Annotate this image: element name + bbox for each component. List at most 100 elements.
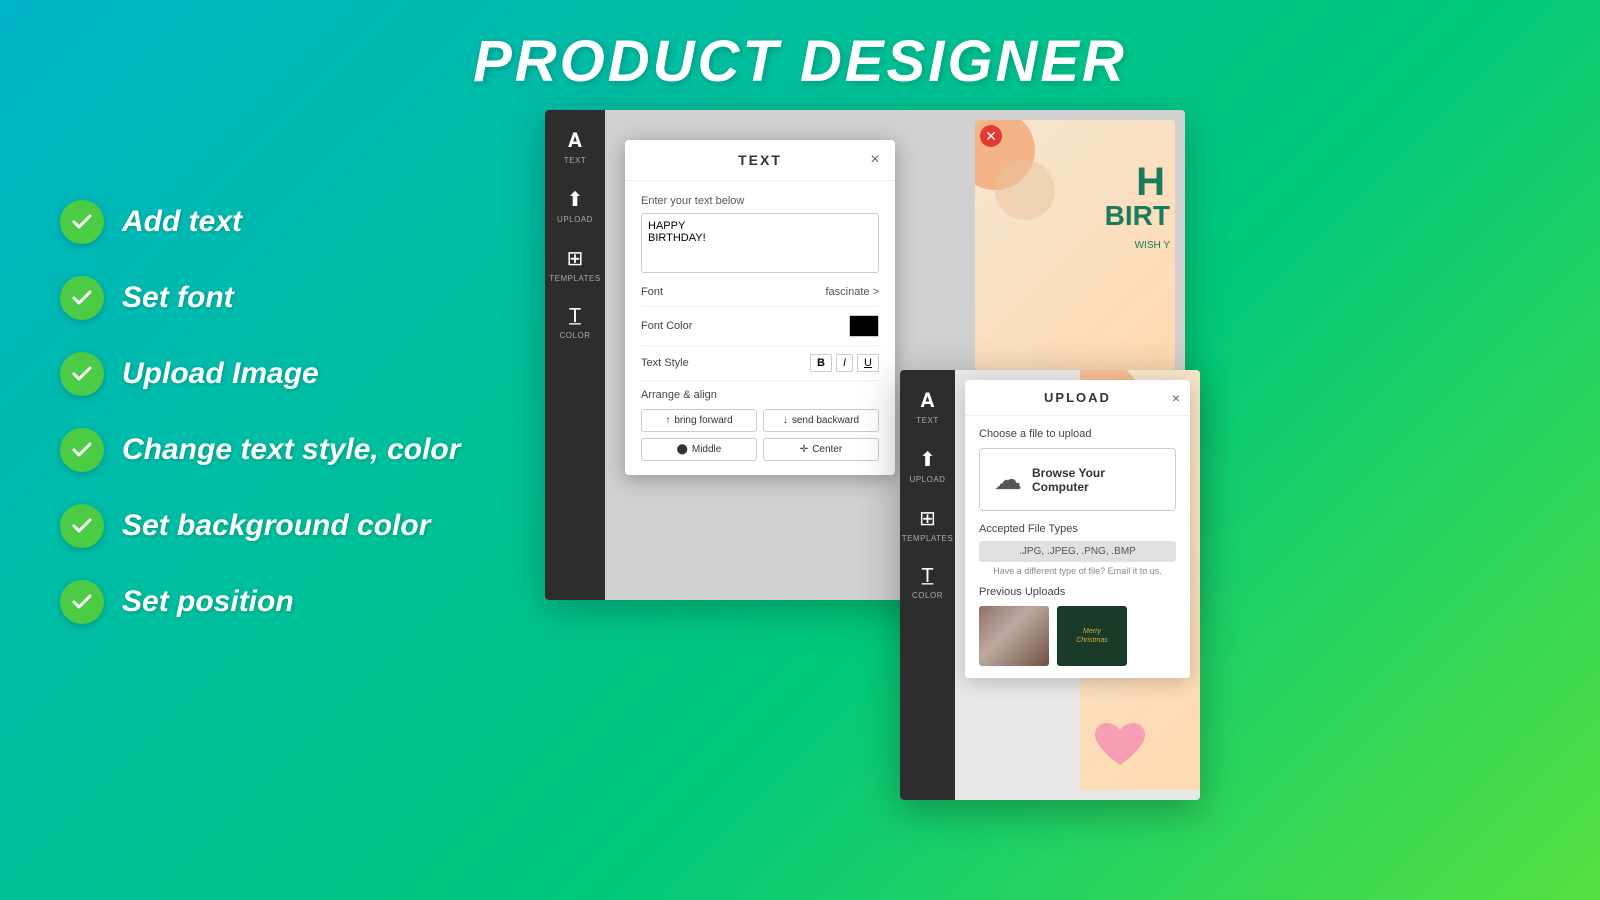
font-color-swatch[interactable] — [849, 315, 879, 337]
feature-item-set-position: Set position — [60, 580, 460, 624]
center-icon: ✛ — [800, 444, 808, 455]
prev-uploads-grid: MerryChristmas — [979, 606, 1176, 666]
feature-item-add-text: Add text — [60, 200, 460, 244]
feature-label-change-style: Change text style, color — [122, 433, 460, 467]
send-backward-label: send backward — [792, 415, 859, 426]
card-wish-text: WISH Y — [1135, 240, 1170, 251]
upload-icon: ⬆ — [567, 187, 584, 212]
check-icon-bg-color — [60, 504, 104, 548]
sidebar: 𝐀 TEXT ⬆ UPLOAD ⊞ TEMPLATES T̲ COLOR — [545, 110, 605, 600]
feature-item-set-font: Set font — [60, 276, 460, 320]
font-row: Font fascinate > — [641, 278, 879, 307]
font-color-row: Font Color — [641, 307, 879, 346]
bring-forward-button[interactable]: ↑ bring forward — [641, 409, 757, 432]
feature-label-add-text: Add text — [122, 205, 242, 239]
center-label: Center — [812, 444, 842, 455]
upload-canvas: B UPLOAD × Choose a file to upload ☁ Bro… — [955, 370, 1200, 800]
upload-color-icon: T̲ — [921, 565, 933, 588]
upload-templates-icon: ⊞ — [919, 506, 936, 531]
sidebar-label-color: COLOR — [560, 331, 591, 340]
arrange-section: Arrange & align ↑ bring forward ↓ send b… — [641, 381, 879, 461]
font-color-label: Font Color — [641, 320, 692, 332]
arrange-grid: ↑ bring forward ↓ send backward ⬤ Middle — [641, 409, 879, 461]
sidebar-item-color[interactable]: T̲ COLOR — [545, 295, 605, 350]
sidebar-item-upload[interactable]: ⬆ UPLOAD — [545, 177, 605, 234]
sidebar-label-text: TEXT — [564, 156, 586, 165]
feature-label-upload-image: Upload Image — [122, 357, 319, 391]
delete-button[interactable]: ✕ — [980, 125, 1002, 147]
text-style-buttons: B I U — [810, 354, 879, 372]
choose-file-label: Choose a file to upload — [979, 428, 1176, 440]
upload-sidebar: 𝐀 TEXT ⬆ UPLOAD ⊞ TEMPLATES T̲ COLOR — [900, 370, 955, 800]
upload-modal: UPLOAD × Choose a file to upload ☁ Brows… — [965, 380, 1190, 678]
sidebar-item-templates[interactable]: ⊞ TEMPLATES — [545, 236, 605, 293]
text-modal: TEXT × Enter your text below HAPPY BIRTH… — [625, 140, 895, 475]
upload-sidebar-label-templates: TEMPLATES — [902, 534, 953, 543]
upload-sidebar-label-text: TEXT — [916, 416, 938, 425]
check-icon-change-style — [60, 428, 104, 472]
upload-modal-header: UPLOAD × — [965, 380, 1190, 416]
check-icon-set-font — [60, 276, 104, 320]
sidebar-item-text[interactable]: 𝐀 TEXT — [545, 120, 605, 175]
accepted-types-value: .JPG, .JPEG, .PNG, .BMP — [979, 541, 1176, 562]
check-icon-add-text — [60, 200, 104, 244]
bring-forward-label: bring forward — [674, 415, 732, 426]
bold-button[interactable]: B — [810, 354, 832, 372]
middle-label: Middle — [692, 444, 721, 455]
upload-sidebar-item-templates[interactable]: ⊞ TEMPLATES — [900, 496, 955, 553]
text-modal-header: TEXT × — [625, 140, 895, 181]
upload-sidebar-item-upload[interactable]: ⬆ UPLOAD — [900, 437, 955, 494]
underline-button[interactable]: U — [857, 354, 879, 372]
text-input[interactable]: HAPPY BIRTHDAY! — [641, 213, 879, 273]
enter-text-label: Enter your text below — [641, 195, 879, 207]
sidebar-label-templates: TEMPLATES — [549, 274, 600, 283]
feature-list: Add text Set font Upload Image Change te… — [60, 200, 460, 624]
upload-modal-body: Choose a file to upload ☁ Browse Your Co… — [965, 416, 1190, 678]
text-modal-body: Enter your text below HAPPY BIRTHDAY! Fo… — [625, 181, 895, 475]
color-icon: T̲ — [569, 305, 581, 328]
text-modal-close[interactable]: × — [865, 150, 885, 170]
card-preview: ✕ H BIRT WISH Y — [975, 120, 1175, 370]
upload-window: 𝐀 TEXT ⬆ UPLOAD ⊞ TEMPLATES T̲ COLOR B — [900, 370, 1200, 800]
center-button[interactable]: ✛ Center — [763, 438, 879, 461]
browse-text: Browse Your Computer — [1032, 466, 1161, 494]
bring-forward-icon: ↑ — [665, 415, 670, 426]
middle-button[interactable]: ⬤ Middle — [641, 438, 757, 461]
feature-item-bg-color: Set background color — [60, 504, 460, 548]
font-value[interactable]: fascinate > — [825, 286, 879, 298]
prev-upload-2[interactable]: MerryChristmas — [1057, 606, 1127, 666]
prev-upload-1[interactable] — [979, 606, 1049, 666]
upload-sidebar-item-color[interactable]: T̲ COLOR — [900, 555, 955, 610]
upload-upload-icon: ⬆ — [919, 447, 936, 472]
italic-button[interactable]: I — [836, 354, 853, 372]
browse-computer-button[interactable]: ☁ Browse Your Computer — [979, 448, 1176, 511]
feature-label-set-position: Set position — [122, 585, 294, 619]
text-icon: 𝐀 — [568, 130, 582, 153]
middle-icon: ⬤ — [677, 444, 688, 455]
card-h-text: H — [1136, 160, 1165, 205]
check-icon-set-position — [60, 580, 104, 624]
accepted-types-label: Accepted File Types — [979, 523, 1176, 535]
sidebar-label-upload: UPLOAD — [557, 215, 593, 224]
upload-modal-close[interactable]: × — [1172, 390, 1180, 406]
text-style-row: Text Style B I U — [641, 346, 879, 381]
feature-label-bg-color: Set background color — [122, 509, 430, 543]
blob-shape-2 — [995, 160, 1055, 220]
card-preview-content: ✕ H BIRT WISH Y — [975, 120, 1175, 370]
page-title: PRODUCT DESIGNER — [0, 0, 1600, 95]
upload-modal-title: UPLOAD — [1044, 390, 1111, 405]
prev-uploads-label: Previous Uploads — [979, 586, 1176, 598]
upload-sidebar-item-text[interactable]: 𝐀 TEXT — [900, 380, 955, 435]
text-style-label: Text Style — [641, 357, 689, 369]
feature-label-set-font: Set font — [122, 281, 234, 315]
send-backward-button[interactable]: ↓ send backward — [763, 409, 879, 432]
card2-heart — [1090, 720, 1150, 770]
text-modal-title: TEXT — [738, 152, 782, 168]
card-birt-text: BIRT — [1105, 200, 1170, 232]
cloud-upload-icon: ☁ — [994, 463, 1022, 496]
xmas-text: MerryChristmas — [1076, 627, 1108, 645]
email-note: Have a different type of file? Email it … — [979, 566, 1176, 576]
upload-sidebar-label-upload: UPLOAD — [910, 475, 946, 484]
font-label: Font — [641, 286, 663, 298]
feature-item-upload-image: Upload Image — [60, 352, 460, 396]
